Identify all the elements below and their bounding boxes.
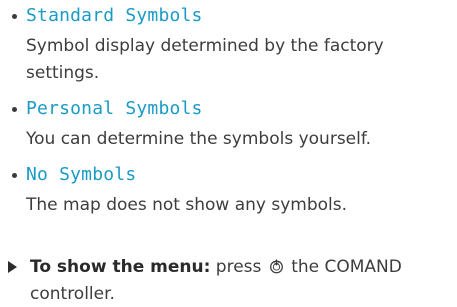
instruction-label: To show the menu: — [30, 257, 211, 277]
step-arrow-icon — [8, 261, 17, 273]
bullet-icon — [12, 173, 17, 178]
option-name: No Symbols — [26, 164, 137, 185]
document-page: Standard Symbols Symbol display determin… — [0, 0, 457, 304]
option-name: Personal Symbols — [26, 98, 203, 119]
bullet-icon — [12, 107, 17, 112]
option-description: The map does not show any symbols. — [26, 195, 347, 215]
controller-press-icon — [269, 259, 283, 274]
option-name: Standard Symbols — [26, 5, 203, 26]
option-description: You can determine the symbols yourself. — [26, 129, 372, 149]
instruction-text-after: the COMAND — [291, 257, 402, 277]
instruction-line-continued: controller. — [30, 284, 115, 304]
option-description-continued: settings. — [26, 63, 100, 83]
bullet-icon — [12, 14, 17, 19]
instruction-text-before: press — [215, 257, 262, 277]
instruction-line: To show the menu: press the COMAND — [30, 254, 402, 280]
option-description: Symbol display determined by the factory — [26, 36, 384, 56]
